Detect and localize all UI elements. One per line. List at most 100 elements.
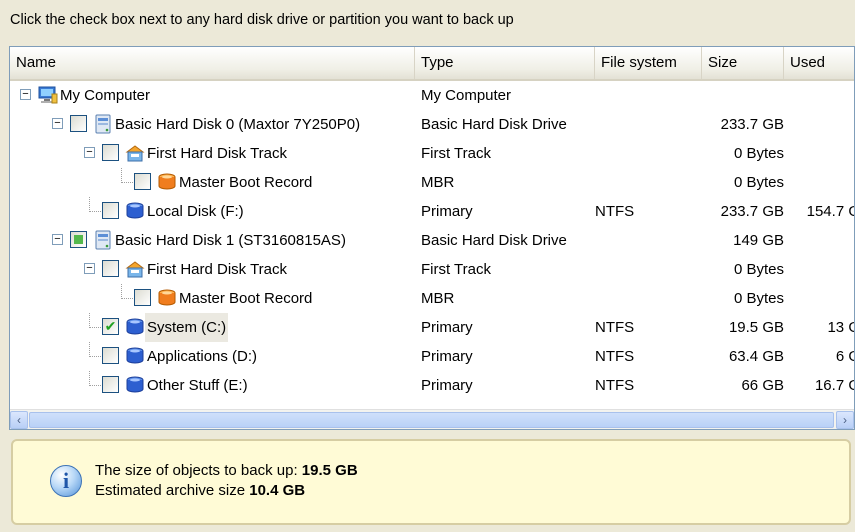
- item-size: 66 GB: [741, 377, 784, 394]
- tree-row[interactable]: ✔ System (C:) Primary NTFS 19.5 GB 13 G: [10, 313, 854, 342]
- partition-icon: [125, 201, 145, 221]
- backup-checkbox[interactable]: [70, 115, 87, 132]
- tree-row[interactable]: Master Boot Record MBR 0 Bytes: [10, 168, 854, 197]
- item-used: [790, 110, 854, 139]
- item-used: [790, 168, 854, 197]
- item-size: 0 Bytes: [733, 261, 784, 278]
- tree-row[interactable]: − Basic Hard Disk 0 (Maxtor 7Y250P0) Basic…: [10, 110, 854, 139]
- item-used: [790, 81, 854, 110]
- item-type: Primary: [421, 203, 473, 220]
- tree-row[interactable]: − First Hard Disk Track First Track 0 Bytes: [10, 255, 854, 284]
- archive-size-label: Estimated archive size: [95, 482, 246, 499]
- mbr-icon: [157, 288, 177, 308]
- backup-checkbox[interactable]: ✔: [102, 318, 119, 335]
- item-name: Master Boot Record: [179, 290, 313, 307]
- column-header-size[interactable]: Size: [702, 47, 784, 79]
- tree-row[interactable]: Local Disk (F:) Primary NTFS 233.7 GB 154.7 …: [10, 197, 854, 226]
- item-used: [790, 284, 854, 313]
- item-type: First Track: [421, 145, 491, 162]
- column-header-file-system[interactable]: File system: [595, 47, 702, 79]
- item-type: First Track: [421, 261, 491, 278]
- item-used: 6 G: [835, 348, 854, 365]
- item-size: 0 Bytes: [733, 145, 784, 162]
- backup-checkbox[interactable]: [102, 202, 119, 219]
- name-cell: ✔ System (C:): [10, 313, 420, 342]
- backup-checkbox[interactable]: [134, 289, 151, 306]
- collapse-toggle-icon[interactable]: −: [84, 263, 95, 274]
- name-cell: Master Boot Record: [10, 168, 420, 197]
- summary-text: The size of objects to back up: 19.5 GB …: [95, 461, 358, 501]
- tree-row[interactable]: Applications (D:) Primary NTFS 63.4 GB 6 G: [10, 342, 854, 371]
- item-file-system: NTFS: [595, 377, 635, 394]
- tree-row[interactable]: − My Computer My Computer: [10, 81, 854, 110]
- item-used: 16.7 G: [814, 377, 854, 394]
- item-name: My Computer: [60, 87, 151, 104]
- tree-row[interactable]: − Basic Hard Disk 1 (ST3160815AS) Basic Ha…: [10, 226, 854, 255]
- collapse-toggle-icon[interactable]: −: [52, 118, 63, 129]
- name-cell: − My Computer: [10, 81, 420, 110]
- backup-summary-panel: i The size of objects to back up: 19.5 G…: [11, 439, 851, 525]
- column-header-used[interactable]: Used: [784, 47, 854, 79]
- computer-icon: [38, 85, 58, 105]
- disk-tree-view[interactable]: Name Type File system Size Used − My Comp…: [9, 46, 855, 430]
- name-cell: Master Boot Record: [10, 284, 420, 313]
- name-cell: Other Stuff (E:): [10, 371, 420, 400]
- backup-checkbox[interactable]: [70, 231, 87, 248]
- item-name: First Hard Disk Track: [147, 261, 288, 278]
- scroll-right-button[interactable]: ›: [836, 411, 854, 429]
- item-used: 13 G: [827, 319, 854, 336]
- name-cell: − First Hard Disk Track: [10, 255, 420, 284]
- item-type: Basic Hard Disk Drive: [421, 232, 567, 249]
- name-cell: − Basic Hard Disk 1 (ST3160815AS): [10, 226, 420, 255]
- backup-size-label: The size of objects to back up:: [95, 462, 298, 479]
- track-icon: [125, 259, 145, 279]
- tree-row[interactable]: Other Stuff (E:) Primary NTFS 66 GB 16.7 G: [10, 371, 854, 400]
- item-name: First Hard Disk Track: [147, 145, 288, 162]
- item-used: [790, 139, 854, 168]
- item-used: [790, 226, 854, 255]
- name-cell: Applications (D:): [10, 342, 420, 371]
- scroll-left-button[interactable]: ‹: [10, 411, 28, 429]
- collapse-toggle-icon[interactable]: −: [52, 234, 63, 245]
- item-name: Basic Hard Disk 1 (ST3160815AS): [115, 232, 346, 249]
- tree-connector: [89, 313, 103, 328]
- tree-connector: [89, 371, 103, 386]
- item-size: 0 Bytes: [733, 290, 784, 307]
- tree-connector: [89, 197, 103, 212]
- item-name: Other Stuff (E:): [147, 377, 248, 394]
- mbr-icon: [157, 172, 177, 192]
- backup-checkbox[interactable]: [134, 173, 151, 190]
- collapse-toggle-icon[interactable]: −: [84, 147, 95, 158]
- item-size: 0 Bytes: [733, 174, 784, 191]
- partition-icon: [125, 346, 145, 366]
- item-type: MBR: [421, 290, 455, 307]
- item-size: 233.7 GB: [720, 203, 784, 220]
- item-size: 63.4 GB: [728, 348, 784, 365]
- name-cell: − Basic Hard Disk 0 (Maxtor 7Y250P0): [10, 110, 420, 139]
- tree-connector: [121, 284, 135, 299]
- instruction-text: Click the check box next to any hard dis…: [10, 12, 514, 28]
- name-cell: Local Disk (F:): [10, 197, 420, 226]
- horizontal-scrollbar[interactable]: ‹ ›: [10, 409, 854, 429]
- tree-row[interactable]: − First Hard Disk Track First Track 0 Bytes: [10, 139, 854, 168]
- item-size: [702, 81, 784, 110]
- column-header-name[interactable]: Name: [10, 47, 415, 79]
- item-type: Primary: [421, 319, 473, 336]
- scrollbar-thumb[interactable]: [29, 412, 834, 428]
- item-size: 19.5 GB: [728, 319, 784, 336]
- backup-checkbox[interactable]: [102, 260, 119, 277]
- tree-row[interactable]: Master Boot Record MBR 0 Bytes: [10, 284, 854, 313]
- partition-icon: [125, 375, 145, 395]
- item-file-system: NTFS: [595, 203, 635, 220]
- backup-checkbox[interactable]: [102, 144, 119, 161]
- item-used: 154.7 G: [806, 203, 855, 220]
- column-header-type[interactable]: Type: [415, 47, 595, 79]
- item-name: Applications (D:): [147, 348, 258, 365]
- name-cell: − First Hard Disk Track: [10, 139, 420, 168]
- backup-checkbox[interactable]: [102, 347, 119, 364]
- item-name: Basic Hard Disk 0 (Maxtor 7Y250P0): [115, 116, 361, 133]
- backup-checkbox[interactable]: [102, 376, 119, 393]
- column-header-row: Name Type File system Size Used: [10, 47, 854, 81]
- item-used: [790, 255, 854, 284]
- collapse-toggle-icon[interactable]: −: [20, 89, 31, 100]
